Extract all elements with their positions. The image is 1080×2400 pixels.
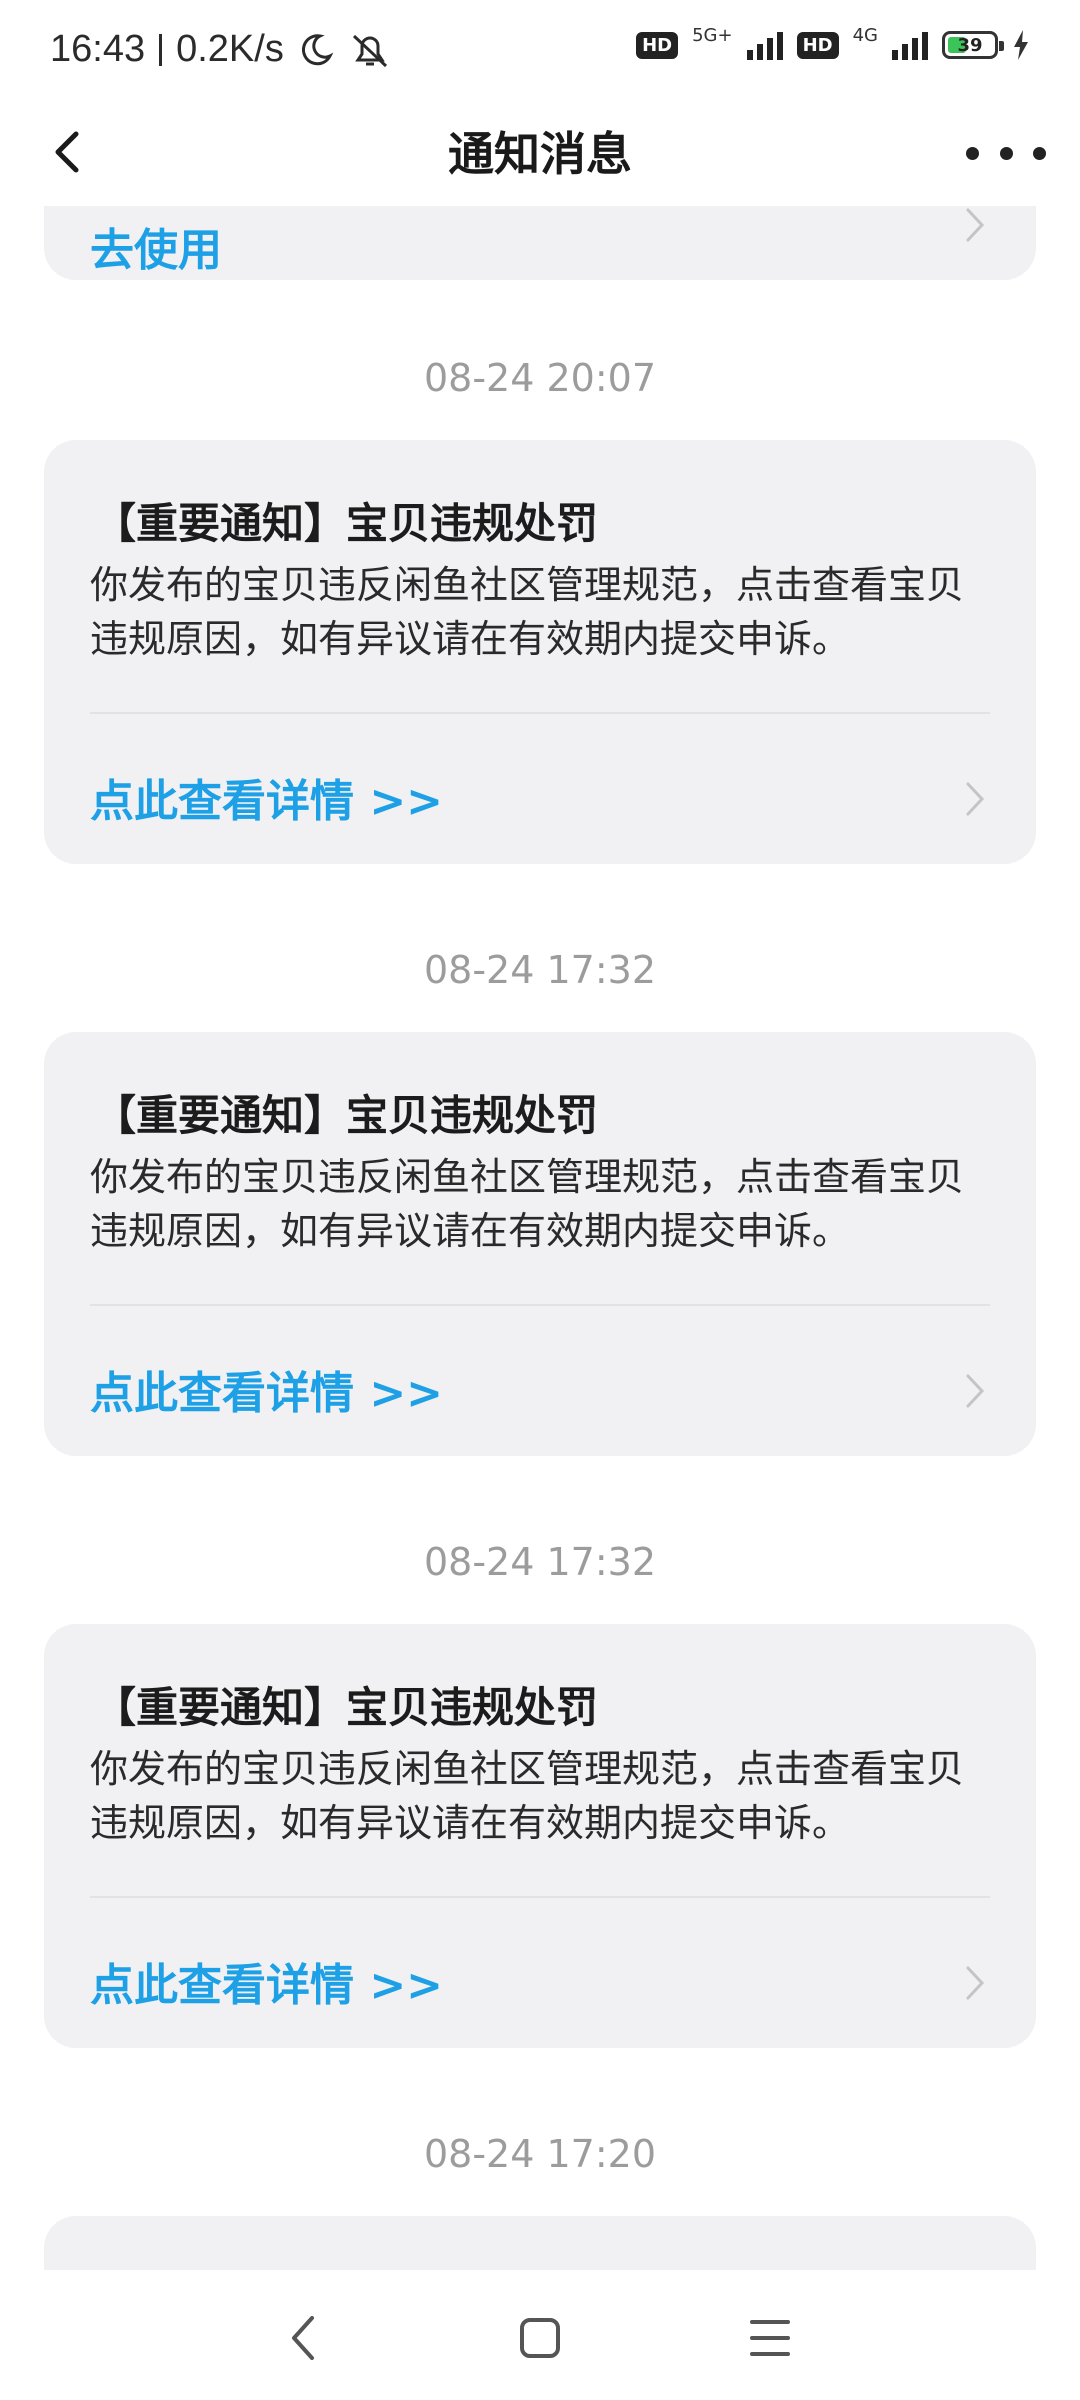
system-menu-button[interactable] [740, 2308, 800, 2368]
timestamp: 08-24 17:20 [423, 2132, 656, 2176]
status-bar: 16:43 0.2K/s HD 5G+ HD 4G 39 [0, 0, 1080, 104]
charging-icon [1014, 30, 1028, 60]
hd-badge-2: HD [796, 31, 839, 59]
status-right: HD 5G+ HD 4G 39 [636, 25, 1030, 60]
status-left: 16:43 0.2K/s [50, 28, 392, 71]
divider [90, 712, 990, 714]
network-type-4g: 4G [852, 24, 878, 46]
timestamp: 08-24 17:32 [423, 948, 656, 992]
home-square-icon [520, 2318, 560, 2358]
notification-card[interactable]: 【重要通知】宝贝违规处罚 你发布的宝贝违反闲鱼社区管理规范，点击查看宝贝违规原因… [44, 1624, 1036, 2048]
notification-card[interactable]: 【重要通知】宝贝违规处罚 你发布的宝贝违反闲鱼社区管理规范，点击查看宝贝违规原因… [44, 440, 1036, 864]
chevron-right-icon [966, 208, 985, 242]
notification-body: 你发布的宝贝违反闲鱼社区管理规范，点击查看宝贝违规原因，如有异议请在有效期内提交… [90, 563, 965, 661]
divider [90, 1896, 990, 1898]
moon-icon [301, 33, 334, 65]
chevron-right-icon [966, 1966, 985, 2000]
system-back-button[interactable] [274, 2308, 334, 2368]
notification-body: 你发布的宝贝违反闲鱼社区管理规范，点击查看宝贝违规原因，如有异议请在有效期内提交… [90, 1747, 965, 1845]
signal-icon [746, 30, 783, 60]
notification-list[interactable]: 去使用 08-24 20:07 【重要通知】宝贝违规处罚 你发布的宝贝违反闲鱼社… [0, 206, 1080, 2270]
timestamp: 08-24 17:32 [423, 1540, 656, 1584]
network-speed: 0.2K/s [176, 28, 284, 70]
more-button[interactable] [966, 128, 1046, 178]
more-dot-icon [1033, 146, 1046, 160]
chevron-right-icon [966, 782, 985, 816]
status-time: 16:43 [50, 28, 146, 70]
page-title: 通知消息 [448, 127, 632, 181]
notification-body: 你发布的宝贝违反闲鱼社区管理规范，点击查看宝贝违规原因，如有异议请在有效期内提交… [90, 1155, 965, 1253]
divider [90, 1304, 990, 1306]
status-separator [159, 33, 163, 66]
notification-link[interactable]: 去使用 [90, 214, 222, 278]
chevron-right-icon [966, 1374, 985, 1408]
notification-card-partial[interactable]: 去使用 [44, 206, 1036, 280]
notification-title: 【重要通知】宝贝违规处罚 [94, 1683, 599, 1732]
battery-level: 39 [957, 34, 983, 56]
timestamp: 08-24 20:07 [423, 356, 656, 400]
view-details-link[interactable]: 点此查看详情 >> [90, 1357, 443, 1421]
bell-mute-icon [352, 34, 387, 67]
notification-title: 【重要通知】宝贝违规处罚 [94, 499, 599, 548]
signal-icon-2 [892, 30, 928, 60]
view-details-link[interactable]: 点此查看详情 >> [90, 1949, 443, 2013]
back-triangle-icon [292, 2316, 314, 2360]
view-details-link[interactable]: 点此查看详情 >> [90, 765, 443, 829]
notification-card-partial[interactable] [44, 2216, 1036, 2270]
hd-badge: HD [636, 31, 679, 59]
menu-lines-icon [750, 2320, 790, 2356]
network-type-5g: 5G+ [692, 24, 733, 46]
system-nav-bar [0, 2270, 1080, 2400]
system-home-button[interactable] [510, 2308, 570, 2368]
nav-bar: 通知消息 [0, 104, 1080, 206]
notification-title: 【重要通知】宝贝违规处罚 [94, 1091, 599, 1140]
more-dot-icon [966, 146, 979, 160]
notification-card[interactable]: 【重要通知】宝贝违规处罚 你发布的宝贝违反闲鱼社区管理规范，点击查看宝贝违规原因… [44, 1032, 1036, 1456]
battery-icon: 39 [942, 31, 1004, 59]
more-dot-icon [999, 146, 1013, 160]
